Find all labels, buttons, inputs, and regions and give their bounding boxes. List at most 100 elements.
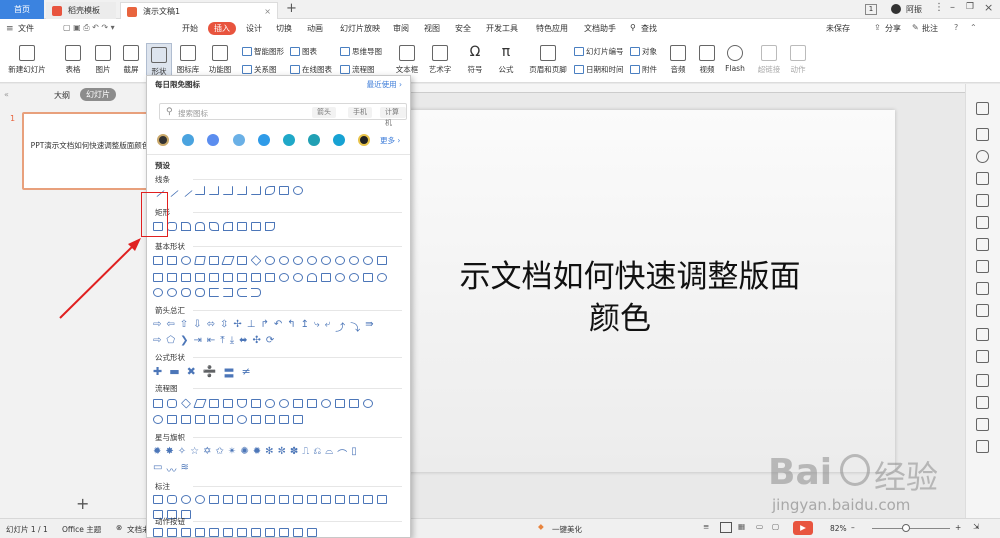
search-icon[interactable]: ⚲	[630, 23, 636, 32]
no-symbol-shape[interactable]	[293, 273, 303, 282]
free-icon-6[interactable]	[283, 134, 295, 146]
folded-corner-shape[interactable]	[321, 273, 331, 282]
action-custom-shape[interactable]	[307, 528, 317, 537]
scribble-shape[interactable]	[293, 186, 303, 195]
line-callout2-shape[interactable]	[223, 495, 233, 504]
minus-shape[interactable]: ▬	[169, 365, 179, 378]
star12-shape[interactable]: ✹	[253, 446, 261, 458]
star10-shape[interactable]: ✺	[240, 446, 248, 458]
help-icon[interactable]: ?	[954, 23, 958, 32]
list-icon[interactable]	[976, 350, 989, 363]
screenshot-button[interactable]: 截屏	[118, 45, 144, 75]
close-icon[interactable]: ×	[984, 1, 993, 14]
icon-search-box[interactable]: ⚲ 搜索图标 箭头 手机 计算机	[159, 103, 407, 127]
properties-icon[interactable]	[976, 102, 989, 115]
down-arrow-shape[interactable]: ⇩	[193, 319, 201, 331]
function-chart-button[interactable]: 功能图	[204, 45, 236, 75]
normal-view-icon[interactable]	[720, 522, 732, 533]
shape-style-icon[interactable]	[976, 150, 989, 163]
border-callout2-shape[interactable]	[335, 495, 345, 504]
audio-button[interactable]: 音频	[665, 45, 691, 75]
zoom-in-button[interactable]: +	[955, 523, 961, 532]
bevel-shape[interactable]	[265, 273, 275, 282]
summing-junction-shape[interactable]	[363, 399, 373, 408]
line-callout1-shape[interactable]	[209, 495, 219, 504]
curved-up-arrow-shape[interactable]: ⤴	[335, 319, 345, 334]
right-triangle-shape[interactable]	[209, 256, 219, 265]
up-arrow-callout-shape[interactable]: ⤒	[220, 335, 224, 347]
up-arrow-shape[interactable]: ⇧	[180, 319, 188, 331]
symbol-button[interactable]: Ω 符号	[463, 45, 487, 75]
double-arrow-line-shape[interactable]	[179, 183, 193, 198]
menu-developer[interactable]: 开发工具	[486, 23, 518, 34]
scroll-icon[interactable]	[976, 440, 989, 453]
star16-shape[interactable]: ✻	[265, 446, 273, 458]
add-slide-button[interactable]: +	[76, 494, 89, 513]
zoom-slider[interactable]	[872, 528, 950, 529]
round-corner-rectangle-shape[interactable]	[265, 222, 275, 231]
theme-name[interactable]: Office 主题	[62, 524, 101, 535]
left-bracket-shape[interactable]	[209, 288, 219, 297]
action-button[interactable]: 动作	[786, 45, 810, 75]
hyperlink-button[interactable]: 超链接	[755, 45, 783, 75]
chevron-shape[interactable]: ❯	[180, 335, 188, 347]
quick-access-icons[interactable]: ▢ ▣ ⎙ ↶ ↷ ▾	[63, 23, 115, 33]
display-shape[interactable]	[293, 415, 303, 424]
star8-shape[interactable]: ✴	[228, 446, 236, 458]
merge-shape[interactable]	[209, 415, 219, 424]
teardrop-shape[interactable]	[377, 256, 387, 265]
textbox-button[interactable]: 文本框	[393, 45, 421, 75]
action-help-shape[interactable]	[293, 528, 303, 537]
tab-template[interactable]: 稻壳模板	[46, 2, 116, 19]
free-icon-1[interactable]	[157, 134, 169, 146]
multidocument-shape[interactable]	[251, 399, 261, 408]
star32-shape[interactable]: ✽	[290, 446, 298, 458]
right-arrow-callout-shape[interactable]: ⇥	[193, 335, 201, 347]
hexagon-shape[interactable]	[279, 256, 289, 265]
slide-title[interactable]: 示文档如何快速调整版面 颜色	[385, 256, 855, 340]
menu-review[interactable]: 审阅	[393, 23, 409, 34]
video-button[interactable]: 视频	[694, 45, 720, 75]
notes-icon[interactable]: ≡	[703, 522, 709, 531]
ribbon-down-shape[interactable]: ⎌	[313, 446, 321, 458]
line-callout4-shape[interactable]	[251, 495, 261, 504]
flash-button[interactable]: Flash	[722, 45, 748, 73]
curved-ribbon-up-shape[interactable]: ⌓	[325, 446, 333, 458]
diagonal-stripe-shape[interactable]	[195, 273, 205, 282]
rounded-rectangle-shape[interactable]	[167, 222, 177, 231]
preparation-shape[interactable]	[279, 399, 289, 408]
diagonal-rectangle-shape[interactable]	[209, 222, 219, 231]
internal-storage-shape[interactable]	[223, 399, 233, 408]
more-icon[interactable]: ⋮	[934, 2, 944, 13]
double-wave-shape[interactable]: ≋	[180, 462, 188, 474]
action-beginning-shape[interactable]	[181, 528, 191, 537]
object-button[interactable]: 对象	[630, 46, 657, 57]
beautify-button[interactable]: 一键美化	[552, 524, 582, 535]
settings-icon[interactable]	[976, 418, 989, 431]
striped-right-arrow-shape[interactable]: ⇛	[365, 319, 373, 331]
tag-phone[interactable]: 手机	[348, 107, 372, 118]
share-icon[interactable]: ⇪	[874, 23, 881, 32]
edit-icon[interactable]	[976, 328, 989, 341]
u-turn-arrow-shape[interactable]: ↶	[274, 319, 282, 331]
sorter-view-icon[interactable]: ▦	[738, 522, 745, 531]
border-callout3-shape[interactable]	[349, 495, 359, 504]
slide-thumbnail[interactable]: PPT演示文档如何快速调整版面颜色	[22, 112, 152, 190]
data-shape[interactable]	[193, 399, 207, 408]
heart-shape[interactable]	[349, 273, 359, 282]
menu-design[interactable]: 设计	[246, 23, 262, 34]
right-bracket-shape[interactable]	[223, 288, 233, 297]
snip-rectangle-shape[interactable]	[181, 222, 191, 231]
magnetic-disk-shape[interactable]	[265, 415, 275, 424]
horizontal-scroll-shape[interactable]: ▭	[153, 462, 162, 474]
action-sound-shape[interactable]	[279, 528, 289, 537]
tag-computer[interactable]: 计算机	[380, 107, 406, 127]
can-shape[interactable]	[237, 273, 247, 282]
star5-shape[interactable]: ☆	[190, 446, 199, 458]
collapse-ribbon-icon[interactable]: ⌃	[970, 23, 977, 32]
sort-shape[interactable]	[181, 415, 191, 424]
stored-data-shape[interactable]	[223, 415, 233, 424]
accent-callout4-shape[interactable]	[307, 495, 317, 504]
freeform-shape[interactable]	[279, 186, 289, 195]
new-slide-button[interactable]: 新建幻灯片	[6, 45, 48, 75]
